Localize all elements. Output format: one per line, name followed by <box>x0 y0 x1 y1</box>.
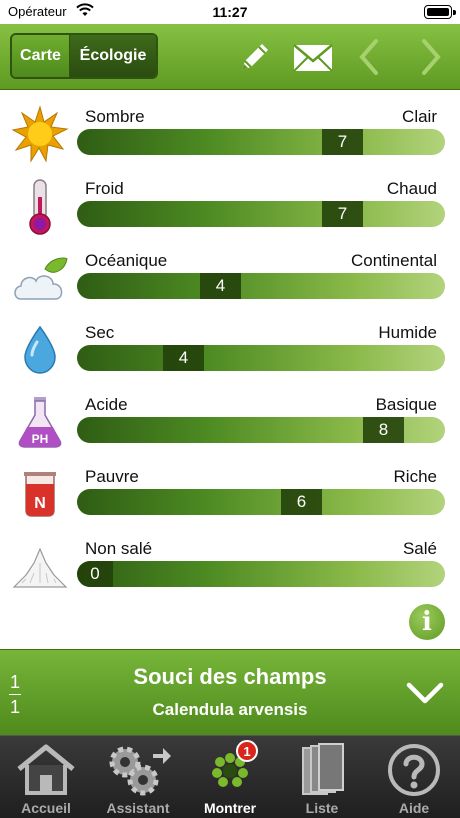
indicator-right-label: Clair <box>402 107 437 126</box>
view-segmented-control: Carte Écologie <box>10 33 158 79</box>
indicator-value: 7 <box>322 201 363 227</box>
chevron-right-icon[interactable] <box>410 36 452 78</box>
home-icon <box>0 742 92 798</box>
battery-icon <box>424 5 456 19</box>
indicator-nutrients: N Pauvre Riche 6 <box>0 452 460 524</box>
svg-text:PH: PH <box>32 432 49 446</box>
pencil-icon[interactable] <box>234 36 276 78</box>
indicator-value: 4 <box>163 345 204 371</box>
indicator-left-label: Sombre <box>85 107 145 126</box>
indicator-right-label: Riche <box>393 467 437 486</box>
tab-label: Assistant <box>106 800 170 816</box>
chevron-left-icon[interactable] <box>348 36 390 78</box>
indicator-right-label: Humide <box>378 323 437 342</box>
indicator-left-label: Non salé <box>85 539 153 558</box>
beaker-n-icon: N <box>10 464 70 524</box>
indicator-right-label: Salé <box>402 539 437 558</box>
indicator-value: 0 <box>77 561 113 587</box>
indicator-bar: 7 <box>77 129 445 155</box>
indicator-left-label: Sec <box>85 323 115 342</box>
envelope-icon[interactable] <box>292 36 334 78</box>
tab-accueil[interactable]: Accueil <box>0 736 92 818</box>
indicator-light: Sombre Clair 7 <box>0 92 460 164</box>
species-banner[interactable]: 1 1 Souci des champs Calendula arvensis <box>0 649 460 735</box>
indicator-bar: 4 <box>77 273 445 299</box>
status-bar: Opérateur 11:27 <box>0 0 460 24</box>
info-icon[interactable]: i <box>409 604 445 640</box>
indicator-bar: 6 <box>77 489 445 515</box>
indicator-value: 4 <box>200 273 241 299</box>
top-toolbar: Carte Écologie <box>0 24 460 90</box>
gears-icon <box>92 742 184 798</box>
segment-carte[interactable]: Carte <box>12 35 70 77</box>
species-latin-name: Calendula arvensis <box>152 700 308 719</box>
help-icon <box>368 742 460 798</box>
flower-icon <box>184 742 276 798</box>
indicator-salinity: Non salé Salé 0 <box>0 524 460 596</box>
indicator-left-label: Pauvre <box>85 467 139 486</box>
svg-text:N: N <box>34 495 46 512</box>
books-icon <box>276 742 368 798</box>
indicator-right-label: Continental <box>350 251 437 270</box>
tab-label: Aide <box>398 800 430 816</box>
indicator-value: 7 <box>322 129 363 155</box>
flask-ph-icon: PH <box>10 392 70 452</box>
sun-icon <box>10 104 70 164</box>
indicator-value: 8 <box>363 417 404 443</box>
clock: 11:27 <box>212 4 248 20</box>
indicator-ph: PH Acide Basique 8 <box>0 380 460 452</box>
tab-label: Montrer <box>203 800 257 816</box>
indicator-humidity: Sec Humide 4 <box>0 308 460 380</box>
tab-bar: Accueil Assistant 1 Montrer Liste Aide <box>0 735 460 818</box>
indicator-left-label: Acide <box>85 395 128 414</box>
indicator-continentality: Océanique Continental 4 <box>0 236 460 308</box>
tab-montrer[interactable]: 1 Montrer <box>184 736 276 818</box>
chevron-down-icon[interactable] <box>405 676 445 712</box>
indicator-bar: 7 <box>77 201 445 227</box>
indicator-right-label: Chaud <box>386 179 437 198</box>
species-common-name: Souci des champs <box>133 664 327 689</box>
indicator-bar: 8 <box>77 417 445 443</box>
segment-ecologie[interactable]: Écologie <box>70 35 156 77</box>
indicator-bar: 4 <box>77 345 445 371</box>
indicator-left-label: Océanique <box>85 251 168 270</box>
tab-aide[interactable]: Aide <box>368 736 460 818</box>
tab-liste[interactable]: Liste <box>276 736 368 818</box>
salt-pile-icon <box>10 536 70 596</box>
notification-badge: 1 <box>236 740 258 762</box>
water-drop-icon <box>10 320 70 380</box>
indicator-value: 6 <box>281 489 322 515</box>
indicator-left-label: Froid <box>85 179 124 198</box>
cloud-leaf-icon <box>10 248 70 308</box>
indicator-right-label: Basique <box>375 395 437 414</box>
indicator-bar: 0 <box>77 561 445 587</box>
tab-label: Accueil <box>21 800 71 816</box>
tab-assistant[interactable]: Assistant <box>92 736 184 818</box>
indicator-temperature: Froid Chaud 7 <box>0 164 460 236</box>
tab-label: Liste <box>305 800 339 816</box>
thermometer-icon <box>10 176 70 236</box>
